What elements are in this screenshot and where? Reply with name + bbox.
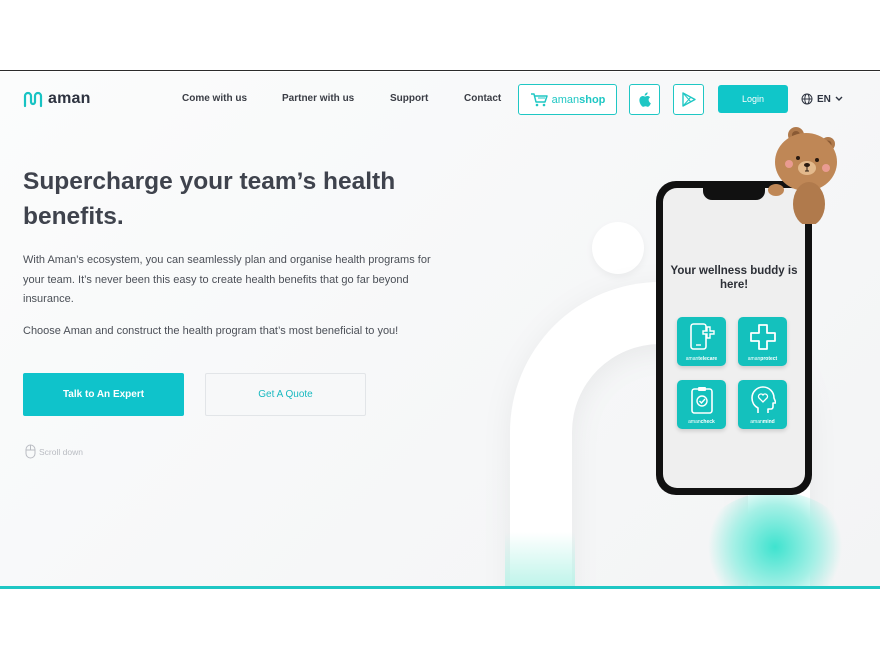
phone-screen: Your wellness buddy is here! amantelecar… [663,188,805,488]
app-tile-mind: amanmind [738,380,787,429]
get-quote-button[interactable]: Get A Quote [205,373,366,416]
logo-text: aman [48,90,91,107]
logo[interactable]: aman [23,90,91,108]
cart-icon [530,92,548,106]
aman-shop-button[interactable]: aman shop [518,84,617,115]
app-label-protect: amanprotect [747,356,778,362]
clipboard-check-icon [691,387,713,414]
decorative-glow [700,492,850,588]
wellness-title: Your wellness buddy is here! [670,265,798,291]
app-store-button[interactable] [629,84,660,115]
app-tile-telecare: amantelecare [677,317,726,366]
app-tile-check: amancheck [677,380,726,429]
nav-partner-with-us[interactable]: Partner with us [282,93,354,104]
globe-icon [801,93,813,105]
phone-notch [703,188,765,200]
scroll-down-label: Scroll down [39,446,83,457]
app-label-telecare: amantelecare [685,356,718,362]
play-store-button[interactable] [673,84,704,115]
hero-paragraph-secondary: Choose Aman and construct the health pro… [23,325,399,337]
cross-icon [750,324,776,350]
chevron-down-icon [835,96,843,101]
app-label-check: amancheck [688,419,715,425]
mouse-icon [25,444,36,459]
aman-logo-icon [23,91,43,108]
nav-come-with-us[interactable]: Come with us [182,93,247,104]
scroll-down-hint[interactable]: Scroll down [25,444,83,459]
shop-label-prefix: aman [551,93,580,106]
language-selector[interactable]: EN [801,93,843,105]
apple-icon [639,92,651,107]
app-tile-protect: amanprotect [738,317,787,366]
language-label: EN [817,93,831,105]
phone-plus-icon [690,323,715,350]
landing-page: aman Come with us Partner with us Suppor… [0,72,880,588]
bottom-margin [0,589,880,660]
phone-mockup: Your wellness buddy is here! amantelecar… [656,181,812,495]
login-button[interactable]: Login [718,85,788,113]
shop-label-bold: shop [579,93,606,106]
decorative-circle [592,222,644,274]
nav-contact[interactable]: Contact [464,93,501,104]
head-heart-icon [751,386,776,413]
hero-paragraph: With Aman’s ecosystem, you can seamlessl… [23,254,431,305]
app-label-mind: amanmind [750,419,775,425]
talk-to-expert-button[interactable]: Talk to An Expert [23,373,184,416]
play-store-icon [681,92,696,107]
decorative-glow [505,532,575,588]
nav-support[interactable]: Support [390,93,428,104]
top-margin [0,0,880,71]
bear-mascot-illustration [768,127,837,224]
hero-headline: Supercharge your team’s health benefits. [23,168,396,230]
